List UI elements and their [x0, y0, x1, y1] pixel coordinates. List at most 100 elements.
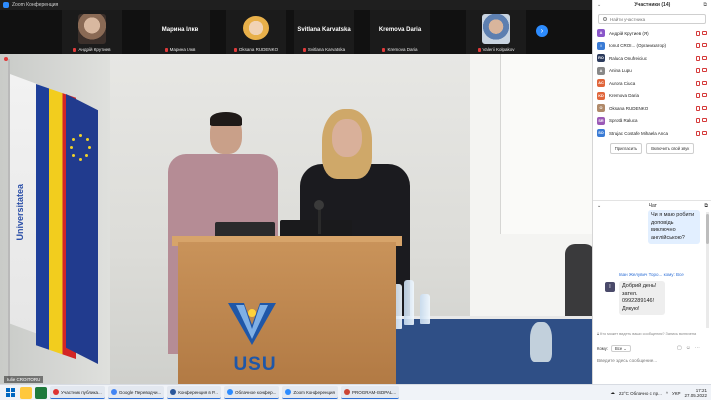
taskbar-app[interactable]: Конференция в Р...: [167, 386, 221, 399]
invite-button[interactable]: Пригласить: [609, 142, 643, 154]
participant-search[interactable]: [598, 14, 706, 24]
avatar: KD: [597, 91, 605, 100]
chevron-down-icon[interactable]: ⌄: [597, 203, 601, 209]
participant-row[interactable]: SR Sprotă Raluca: [597, 115, 707, 128]
chat-sender[interactable]: Іван Желувич Торо...: [619, 272, 662, 277]
title-bar: Zoom Конференция: [0, 0, 592, 10]
video-off-icon[interactable]: [702, 30, 707, 35]
participant-video: [482, 14, 510, 44]
chat-message-input[interactable]: [597, 355, 707, 365]
video-tile[interactable]: Svitlana Karvatska Svitlana Karvatska: [294, 10, 354, 54]
muted-mic-icon[interactable]: [696, 118, 700, 124]
participant-row[interactable]: I Ionut CROI... (Организатор): [597, 40, 707, 53]
chat-messages: Чи я маю робити доповідь виключно англій…: [593, 210, 708, 328]
more-icon[interactable]: ⋯: [695, 345, 700, 351]
participant-video: [78, 14, 106, 44]
taskbar-app[interactable]: Облачное конфер...: [223, 386, 280, 399]
chat-header: ⌄ Чат ⧉: [593, 200, 711, 210]
chat-title: Чат: [648, 202, 657, 209]
zoom-logo-icon: [3, 2, 9, 8]
muted-mic-icon[interactable]: [696, 43, 700, 49]
video-tile[interactable]: Oksana RUDENKO: [226, 10, 286, 54]
app-icon: [53, 389, 59, 395]
muted-mic-icon[interactable]: [696, 55, 700, 61]
popout-icon[interactable]: ⧉: [703, 2, 707, 8]
video-off-icon[interactable]: [702, 68, 707, 73]
video-tile[interactable]: Андрій Крутиев: [62, 10, 122, 54]
taskbar-app[interactable]: Google Переводчи...: [107, 386, 165, 399]
start-button[interactable]: [3, 386, 17, 400]
next-page-button[interactable]: ›: [536, 25, 548, 37]
muted-mic-icon[interactable]: [696, 105, 700, 111]
weather-icon: ☁︎: [610, 390, 615, 395]
taskbar-app[interactable]: Участник публика...: [50, 386, 105, 399]
chat-privacy-note[interactable]: 🔒︎ Кто может видеть ваши сообщения? Запи…: [597, 332, 709, 336]
video-off-icon[interactable]: [702, 118, 707, 123]
emoji-icon[interactable]: ☺: [686, 345, 691, 351]
video-tile[interactable]: Kremova Daria Kremova Daria: [370, 10, 430, 54]
participant-row[interactable]: RO Raluca Onufreiciuc: [597, 52, 707, 65]
app-icon: [344, 389, 350, 395]
taskbar-app[interactable]: PROGRAM-ISDPAL...: [341, 386, 400, 399]
muted-mic-icon[interactable]: [696, 30, 700, 36]
chevron-down-icon[interactable]: ⌄: [597, 2, 601, 8]
chat-message-incoming: Добрий день! зател. 0992289146! Дякую!: [619, 281, 665, 315]
muted-mic-icon[interactable]: [696, 68, 700, 74]
sender-avatar: I: [605, 282, 615, 292]
tile-name: Oksana RUDENKO: [238, 47, 279, 52]
video-off-icon[interactable]: [702, 93, 707, 98]
video-off-icon[interactable]: [702, 55, 707, 60]
video-off-icon[interactable]: [702, 43, 707, 48]
video-off-icon[interactable]: [702, 130, 707, 135]
video-tile[interactable]: Valerii Kolpakov: [466, 10, 526, 54]
app-icon: [170, 389, 177, 395]
muted-mic-icon[interactable]: [696, 93, 700, 99]
participant-row[interactable]: AC Aurora Ciuca: [597, 77, 707, 90]
weather-text[interactable]: 22°C Облачно с пр...: [619, 391, 662, 396]
file-icon[interactable]: ▢: [677, 345, 682, 351]
recipient-select[interactable]: Все ⌄: [610, 345, 631, 352]
participant-strip: Андрій Крутиев Марина Ілкв Марина Ілкв O…: [0, 10, 592, 54]
language-indicator[interactable]: УКР: [672, 391, 680, 396]
popout-icon[interactable]: ⧉: [704, 203, 708, 209]
tile-name: Valerii Kolpakov: [482, 47, 515, 52]
participant-name: Aurora Ciuca: [609, 80, 636, 86]
participant-row[interactable]: SO Strujac Costafe Mihaela Anca: [597, 127, 707, 140]
chat-scrollbar-thumb[interactable]: [706, 214, 709, 244]
eu-stars: [70, 134, 92, 164]
excel-icon[interactable]: [35, 386, 47, 399]
video-off-icon[interactable]: [702, 105, 707, 110]
microphone-icon: [314, 200, 324, 210]
avatar: A: [597, 66, 605, 75]
muted-mic-icon: [233, 47, 237, 52]
search-icon: [603, 17, 607, 21]
avatar: O: [597, 104, 605, 113]
tile-name: Svitlana Karvatska: [307, 47, 346, 52]
taskbar-app[interactable]: Zoom Конференция: [282, 386, 338, 399]
participant-name: Sprotă Raluca: [609, 118, 638, 124]
participant-name: Ionut CROI... (Организатор): [609, 43, 667, 49]
avatar: SO: [597, 129, 605, 138]
unmute-self-button[interactable]: Включить свой звук: [646, 142, 695, 154]
tile-name: Kremova Daria: [387, 47, 418, 52]
participant-row[interactable]: O Oksana RUDENKO: [597, 102, 707, 115]
muted-mic-icon[interactable]: [696, 130, 700, 136]
participants-header: ⌄ Участники (14) ⧉: [593, 0, 711, 10]
file-explorer-icon[interactable]: [20, 386, 32, 399]
participant-search-input[interactable]: [610, 16, 700, 22]
video-off-icon[interactable]: [702, 80, 707, 85]
muted-mic-icon[interactable]: [696, 80, 700, 86]
clock[interactable]: 17:21 27.05.2022: [684, 388, 707, 399]
avatar: I: [597, 41, 605, 50]
chat-message-outgoing: Чи я маю робити доповідь виключно англій…: [648, 210, 700, 244]
taskbar-app-label: Zoom Конференция: [293, 389, 335, 395]
tile-center-name: Марина Ілкв: [161, 27, 199, 33]
windows-taskbar: Участник публика... Google Переводчи... Ко…: [0, 384, 711, 400]
participant-row[interactable]: KD Kremova Daria: [597, 90, 707, 103]
participant-row[interactable]: A Anina Lupu: [597, 65, 707, 78]
recipient-label: Кому:: [597, 346, 608, 351]
participant-name: Kremova Daria: [609, 93, 640, 99]
chevron-up-icon[interactable]: ^: [666, 391, 668, 396]
video-tile[interactable]: Марина Ілкв Марина Ілкв: [150, 10, 210, 54]
participant-row[interactable]: A Андрій Крутиев (Я): [597, 27, 707, 40]
